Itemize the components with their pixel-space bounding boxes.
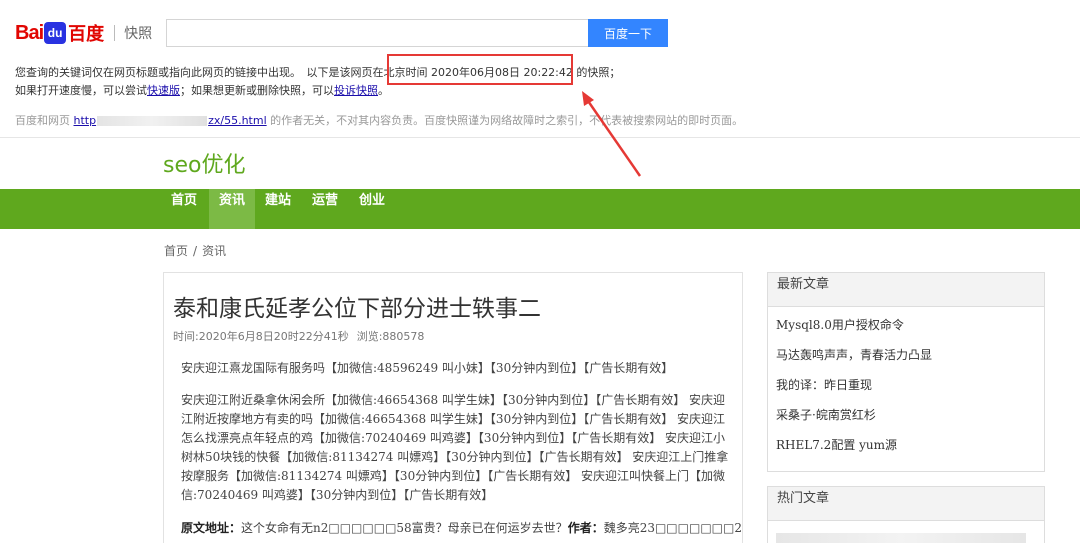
article-views: 浏览:880578	[356, 330, 425, 343]
nav-item-build[interactable]: 建站	[259, 189, 297, 229]
article-paragraph: 安庆迎江附近桑拿休闲会所【加微信:46654368 叫学生妹】【30分钟内到位】…	[181, 393, 729, 502]
breadcrumb: 首页 / 资讯	[164, 242, 226, 259]
breadcrumb-current[interactable]: 资讯	[202, 244, 226, 258]
hot-article-preview	[776, 533, 1026, 543]
snapshot-header: Bai du 百度 快照 百度一下 您查询的关键词仅在网页标题或指向此网页的链接…	[0, 0, 1080, 138]
options-text-b: ；如果想更新或删除快照，可以	[180, 84, 334, 97]
latest-article-link[interactable]: RHEL7.2配置 yum源	[776, 436, 1044, 466]
baidu-logo[interactable]: Bai du 百度 快照	[15, 18, 152, 48]
notice-text-a: 您查询的关键词仅在网页标题或指向此网页的链接中出现。 以下是该网页在北京时间	[15, 66, 431, 79]
author-label: 作者：	[567, 521, 604, 535]
disclaimer-text-b: 的作者无关，不对其内容负责。百度快照谨为网络故障时之索引，不代表被搜索网站的即时…	[266, 114, 744, 127]
breadcrumb-separator: /	[193, 244, 198, 258]
latest-articles-panel: 最新文章 Mysql8.0用户授权命令 马达轰鸣声声，青春活力凸显 我的译：昨日…	[767, 272, 1045, 472]
options-text-c: 。	[378, 84, 389, 97]
annotation-arrow-icon	[582, 91, 642, 177]
nav-item-startup[interactable]: 创业	[353, 189, 391, 229]
search-button[interactable]: 百度一下	[588, 19, 668, 47]
options-text-a: 如果打开速度慢，可以尝试	[15, 84, 147, 97]
source-url-end[interactable]: zx/55.html	[208, 114, 267, 127]
latest-article-link[interactable]: 采桑子·皖南赏红杉	[776, 406, 1044, 436]
blurred-url-segment	[97, 116, 208, 126]
article-body: 安庆迎江熹龙国际有服务吗【加微信:48596249 叫小妹】【30分钟内到位】【…	[181, 359, 731, 505]
notice-text-b: 的快照；	[572, 66, 621, 79]
source-url-start[interactable]: http	[74, 114, 97, 127]
breadcrumb-home[interactable]: 首页	[164, 244, 188, 258]
nav-item-news[interactable]: 资讯	[209, 189, 255, 229]
time-highlight-box	[387, 54, 573, 85]
main-nav: 首页 资讯 建站 运营 创业	[0, 189, 1080, 229]
logo-subtitle: 快照	[124, 26, 153, 42]
article-title: 泰和康氏延孝公位下部分进士轶事二	[173, 296, 541, 322]
fast-version-link[interactable]: 快速版	[147, 84, 180, 97]
latest-article-link[interactable]: 马达轰鸣声声，青春活力凸显	[776, 346, 1044, 376]
paw-icon: du	[44, 22, 67, 44]
article-card: 泰和康氏延孝公位下部分进士轶事二 时间:2020年6月8日20时22分41秒 浏览…	[163, 272, 743, 543]
complain-snapshot-link[interactable]: 投诉快照	[334, 84, 378, 97]
article-meta: 时间:2020年6月8日20时22分41秒 浏览:880578	[173, 328, 424, 344]
latest-articles-title: 最新文章	[768, 273, 1044, 307]
site-brand[interactable]: seo优化	[163, 147, 245, 179]
logo-du-text: 百度	[68, 24, 105, 45]
article-time: 时间:2020年6月8日20时22分41秒	[173, 330, 349, 343]
latest-article-link[interactable]: 我的译：昨日重现	[776, 376, 1044, 406]
search-input[interactable]	[166, 19, 588, 47]
source-text: 这个女命有无n2□□□□□□58富贵？母亲已在何运岁去世？	[241, 521, 568, 535]
article-source-line: 原文地址：这个女命有无n2□□□□□□58富贵？母亲已在何运岁去世？作者：魏多亮…	[181, 519, 741, 536]
article-paragraph: 安庆迎江熹龙国际有服务吗【加微信:48596249 叫小妹】【30分钟内到位】【…	[181, 361, 674, 375]
logo-divider	[114, 25, 116, 41]
disclaimer-text-a: 百度和网页	[15, 114, 74, 127]
source-label: 原文地址：	[181, 521, 242, 535]
author-text: 魏多亮23□□□□□□□21	[603, 521, 741, 535]
nav-item-home[interactable]: 首页	[163, 189, 205, 229]
hot-articles-panel: 热门文章	[767, 486, 1045, 543]
hot-articles-title: 热门文章	[768, 487, 1044, 521]
latest-articles-list: Mysql8.0用户授权命令 马达轰鸣声声，青春活力凸显 我的译：昨日重现 采桑…	[768, 307, 1044, 466]
latest-article-link[interactable]: Mysql8.0用户授权命令	[776, 316, 1044, 346]
snapshot-options-line: 如果打开速度慢，可以尝试快速版；如果想更新或删除快照，可以投诉快照。	[15, 82, 389, 98]
logo-bai-text: Bai	[15, 21, 44, 44]
nav-item-operations[interactable]: 运营	[305, 189, 345, 229]
